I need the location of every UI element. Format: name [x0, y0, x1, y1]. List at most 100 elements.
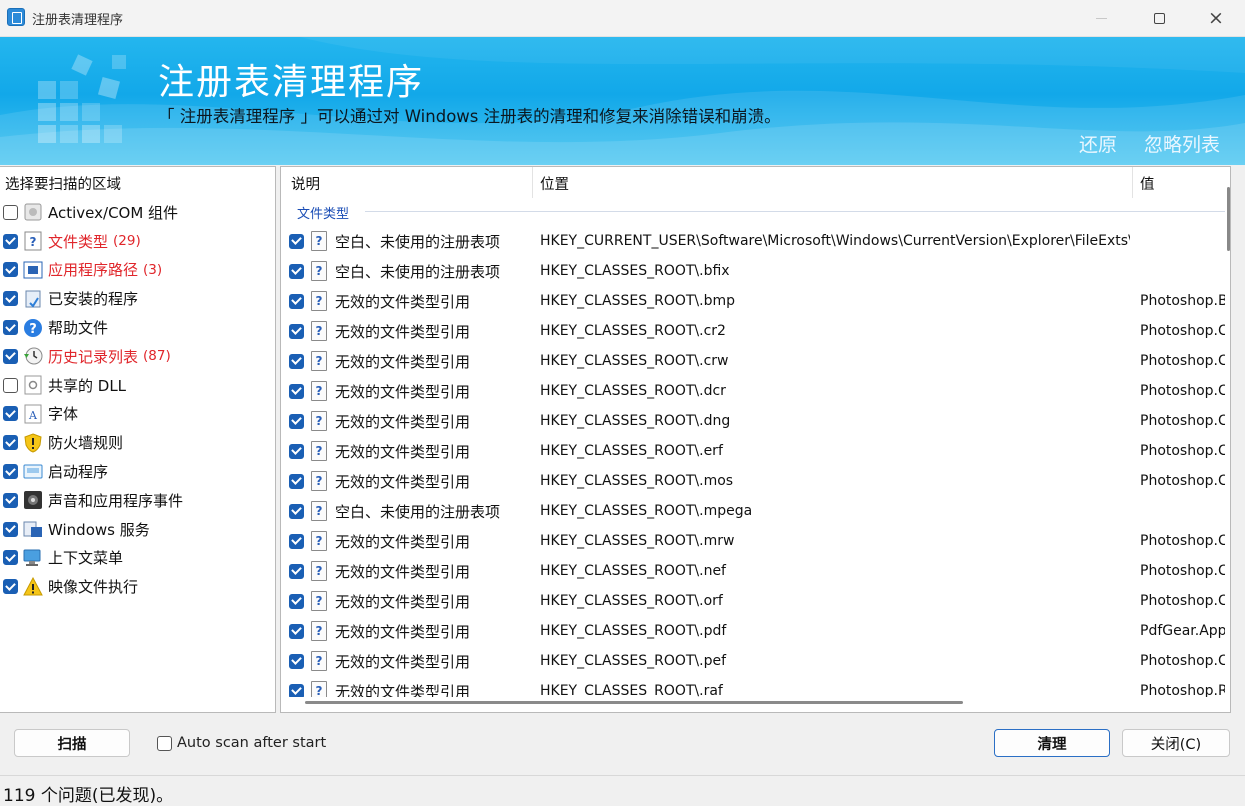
scan-area-item[interactable]: 启动程序 — [0, 457, 275, 486]
result-row[interactable]: ? 无效的文件类型引用 HKEY_CLASSES_ROOT\.pef Photosho… — [281, 646, 1226, 676]
result-location: HKEY_CLASSES_ROOT\.bfix — [540, 263, 730, 279]
minimize-icon — [1095, 18, 1107, 19]
ignore-list-link[interactable]: 忽略列表 — [1144, 130, 1220, 157]
scan-area-checkbox[interactable] — [3, 291, 18, 307]
scan-area-checkbox[interactable] — [3, 435, 18, 451]
scan-area-checkbox[interactable] — [3, 406, 18, 422]
scan-area-label: Windows 服务 — [48, 520, 150, 539]
scan-area-checkbox[interactable] — [3, 464, 18, 480]
result-row[interactable]: ? 无效的文件类型引用 HKEY_CLASSES_ROOT\.cr2 Photosho… — [281, 316, 1226, 346]
result-row-checkbox[interactable] — [289, 383, 304, 399]
scan-area-checkbox[interactable] — [3, 579, 18, 595]
file-type-icon: ? — [311, 291, 327, 311]
file-type-icon: ? — [311, 621, 327, 641]
result-location: HKEY_CLASSES_ROOT\.dcr — [540, 383, 726, 399]
column-separator[interactable] — [532, 167, 533, 198]
result-row-checkbox[interactable] — [289, 413, 304, 429]
scan-area-item[interactable]: 共享的 DLL — [0, 371, 275, 400]
scan-area-item[interactable]: 映像文件执行 — [0, 572, 275, 601]
scan-area-item[interactable]: 上下文菜单 — [0, 544, 275, 573]
result-description: 无效的文件类型引用 — [335, 532, 471, 551]
clean-button[interactable]: 清理 — [994, 729, 1110, 757]
result-row[interactable]: ? 空白、未使用的注册表项 HKEY_CURRENT_USER\Software\M… — [281, 226, 1225, 256]
scan-area-checkbox[interactable] — [3, 320, 18, 336]
horizontal-scroll-thumb[interactable] — [305, 701, 963, 704]
scan-area-checkbox[interactable] — [3, 377, 18, 393]
vertical-scroll-thumb[interactable] — [1227, 187, 1230, 251]
file-type-icon: ? — [311, 411, 327, 431]
results-header: 说明 位置 值 — [281, 167, 1225, 198]
scan-area-item[interactable]: Windows 服务 — [0, 515, 275, 544]
file-type-icon: ? — [311, 441, 327, 461]
minimize-button[interactable] — [1072, 0, 1130, 37]
result-row-checkbox[interactable] — [289, 353, 304, 369]
result-row[interactable]: ? 无效的文件类型引用 HKEY_CLASSES_ROOT\.dng Photosho… — [281, 406, 1226, 436]
result-row-checkbox[interactable] — [289, 323, 304, 339]
vertical-scrollbar[interactable] — [1225, 167, 1230, 697]
result-row[interactable]: ? 无效的文件类型引用 HKEY_CLASSES_ROOT\.erf Photosho… — [281, 436, 1226, 466]
scan-area-checkbox[interactable] — [3, 550, 18, 566]
scan-area-checkbox[interactable] — [3, 233, 18, 249]
result-row-checkbox[interactable] — [289, 653, 304, 669]
result-value: Photoshop.C — [1140, 323, 1226, 339]
column-header-location[interactable]: 位置 — [540, 173, 569, 194]
column-header-description[interactable]: 说明 — [291, 173, 320, 194]
result-row-checkbox[interactable] — [289, 473, 304, 489]
result-row-checkbox[interactable] — [289, 593, 304, 609]
result-location: HKEY_CLASSES_ROOT\.orf — [540, 593, 723, 609]
scan-area-checkbox[interactable] — [3, 521, 18, 537]
scan-area-item[interactable]: 应用程序路径 (3) — [0, 256, 275, 285]
result-row-checkbox[interactable] — [289, 233, 304, 249]
result-row[interactable]: ? 无效的文件类型引用 HKEY_CLASSES_ROOT\.bmp Photosho… — [281, 286, 1226, 316]
result-row-checkbox[interactable] — [289, 443, 304, 459]
column-header-value[interactable]: 值 — [1140, 173, 1155, 194]
result-row-checkbox[interactable] — [289, 623, 304, 639]
scan-area-issue-count: (87) — [143, 348, 171, 365]
scan-button[interactable]: 扫描 — [14, 729, 130, 757]
status-text: 119 个问题(已发现)。 — [3, 786, 174, 806]
result-value: Photoshop.C — [1140, 533, 1226, 549]
result-row[interactable]: ? 无效的文件类型引用 HKEY_CLASSES_ROOT\.mrw Photosho… — [281, 526, 1226, 556]
auto-scan-option[interactable]: Auto scan after start — [157, 735, 326, 751]
result-row[interactable]: ? 空白、未使用的注册表项 HKEY_CLASSES_ROOT\.mpega — [281, 496, 1225, 526]
result-row[interactable]: ? 空白、未使用的注册表项 HKEY_CLASSES_ROOT\.bfix — [281, 256, 1225, 286]
scan-area-item[interactable]: A 字体 — [0, 400, 275, 429]
result-row[interactable]: ? 无效的文件类型引用 HKEY_CLASSES_ROOT\.nef Photosho… — [281, 556, 1226, 586]
result-row-checkbox[interactable] — [289, 563, 304, 579]
result-row-checkbox[interactable] — [289, 533, 304, 549]
scan-area-item[interactable]: 已安装的程序 — [0, 284, 275, 313]
auto-scan-checkbox[interactable] — [157, 735, 172, 751]
scan-area-item[interactable]: ? 帮助文件 — [0, 313, 275, 342]
scan-area-checkbox[interactable] — [3, 204, 18, 220]
result-row[interactable]: ? 无效的文件类型引用 HKEY_CLASSES_ROOT\.dcr Photosho… — [281, 376, 1226, 406]
column-separator[interactable] — [1132, 167, 1133, 198]
close-button[interactable]: 关闭(C) — [1122, 729, 1230, 757]
result-row[interactable]: ? 无效的文件类型引用 HKEY_CLASSES_ROOT\.pdf PdfGear.… — [281, 616, 1226, 646]
scan-area-item[interactable]: Activex/COM 组件 — [0, 198, 275, 227]
maximize-button[interactable] — [1130, 0, 1188, 37]
scan-area-item[interactable]: 历史记录列表 (87) — [0, 342, 275, 371]
restore-link[interactable]: 还原 — [1079, 130, 1117, 157]
result-location: HKEY_CLASSES_ROOT\.cr2 — [540, 323, 726, 339]
result-row[interactable]: ? 无效的文件类型引用 HKEY_CLASSES_ROOT\.crw Photosho… — [281, 346, 1226, 376]
service-icon — [22, 519, 43, 540]
file-type-icon: ? — [311, 231, 327, 251]
group-header-file-types[interactable]: 文件类型 — [297, 203, 349, 222]
result-row[interactable]: ? 无效的文件类型引用 HKEY_CLASSES_ROOT\.orf Photosho… — [281, 586, 1226, 616]
scan-area-checkbox[interactable] — [3, 492, 18, 508]
result-description: 空白、未使用的注册表项 — [335, 232, 501, 251]
scan-area-checkbox[interactable] — [3, 348, 18, 364]
file-type-icon: ? — [311, 471, 327, 491]
scan-area-checkbox[interactable] — [3, 262, 18, 278]
result-row-checkbox[interactable] — [289, 263, 304, 279]
horizontal-scrollbar[interactable] — [281, 697, 1225, 712]
close-window-button[interactable]: × — [1187, 0, 1245, 37]
scan-area-item[interactable]: 防火墙规则 — [0, 428, 275, 457]
result-row-checkbox[interactable] — [289, 503, 304, 519]
scan-area-item[interactable]: 声音和应用程序事件 — [0, 486, 275, 515]
result-location: HKEY_CLASSES_ROOT\.bmp — [540, 293, 735, 309]
result-value: Photoshop.C — [1140, 353, 1226, 369]
result-row[interactable]: ? 无效的文件类型引用 HKEY_CLASSES_ROOT\.mos Photosho… — [281, 466, 1226, 496]
result-row-checkbox[interactable] — [289, 293, 304, 309]
scan-area-item[interactable]: ? 文件类型 (29) — [0, 227, 275, 256]
